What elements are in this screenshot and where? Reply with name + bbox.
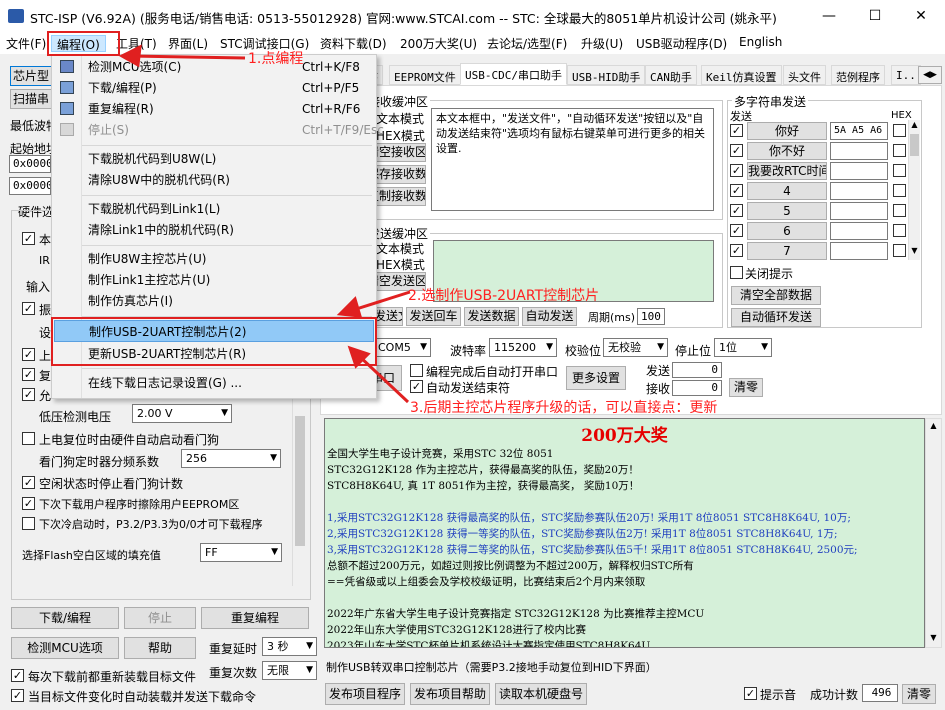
- arrow-3-line: [356, 353, 410, 404]
- annotation-step-2: 2.选制作USB-2UART控制芯片: [408, 288, 600, 304]
- annotation-arrows: [118, 44, 411, 404]
- arrow-1-head: [118, 44, 142, 68]
- annotation-step-3: 3.后期主控芯片程序升级的话，可以直接点：更新: [410, 400, 718, 416]
- arrow-1-line: [129, 54, 246, 60]
- arrow-2-head: [336, 296, 363, 318]
- annotation-step-1: 1.点编程: [248, 51, 304, 67]
